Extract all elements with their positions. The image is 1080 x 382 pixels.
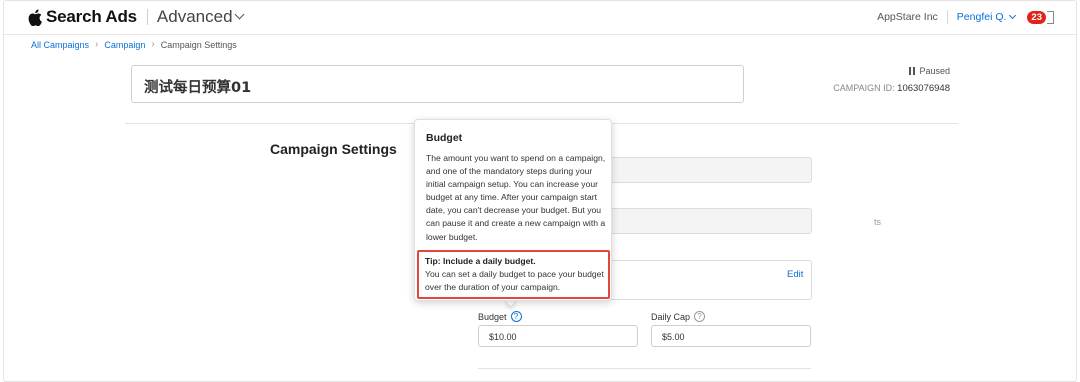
breadcrumb-all-campaigns[interactable]: All Campaigns bbox=[31, 40, 89, 50]
app-frame: Search Ads Advanced AppStare Inc Pengfei… bbox=[3, 0, 1077, 382]
top-bar: Search Ads Advanced AppStare Inc Pengfei… bbox=[4, 1, 1076, 35]
chevron-down-icon[interactable] bbox=[234, 9, 244, 19]
user-menu[interactable]: Pengfei Q. bbox=[956, 11, 1017, 23]
daily-cap-label: Daily Cap ? bbox=[651, 311, 706, 322]
brand-name: Search Ads bbox=[46, 7, 137, 26]
help-icon[interactable]: ? bbox=[510, 311, 522, 322]
campaign-id: CAMPAIGN ID: 1063076948 bbox=[833, 83, 950, 94]
daily-cap-label-text: Daily Cap bbox=[651, 311, 691, 322]
chevron-right-icon: › bbox=[95, 39, 99, 50]
settings-field-2-text: ts bbox=[873, 217, 881, 227]
form-divider bbox=[478, 368, 811, 369]
org-name: AppStare Inc bbox=[877, 11, 938, 23]
tooltip-tip-highlight: Tip: Include a daily budget. You can set… bbox=[417, 250, 610, 299]
user-name: Pengfei Q. bbox=[956, 11, 1007, 23]
breadcrumb-campaign[interactable]: Campaign bbox=[104, 40, 145, 50]
mode-selector[interactable]: Advanced bbox=[157, 7, 233, 27]
account-area: AppStare Inc Pengfei Q. 23 bbox=[877, 10, 1054, 24]
header-divider bbox=[946, 10, 948, 24]
breadcrumb: All Campaigns › Campaign › Campaign Sett… bbox=[31, 39, 237, 50]
notifications-button[interactable]: 23 bbox=[1027, 10, 1054, 24]
budget-label-text: Budget bbox=[478, 311, 507, 322]
pause-icon bbox=[909, 67, 916, 75]
tooltip-body: The amount you want to spend on a campai… bbox=[426, 153, 606, 242]
campaign-id-label: CAMPAIGN ID: bbox=[833, 83, 895, 93]
brand[interactable]: Search Ads Advanced bbox=[28, 7, 244, 27]
tooltip-title: Budget bbox=[426, 132, 463, 144]
apple-logo-icon bbox=[28, 8, 42, 26]
chevron-down-icon bbox=[1009, 11, 1017, 19]
campaign-name-field[interactable]: 测试每日预算01 bbox=[131, 65, 744, 103]
tip-title: Tip: Include a daily budget. bbox=[425, 256, 536, 266]
help-icon[interactable]: ? bbox=[694, 311, 706, 322]
budget-input[interactable]: $10.00 bbox=[478, 325, 638, 347]
edit-link[interactable]: Edit bbox=[787, 269, 803, 280]
breadcrumb-current: Campaign Settings bbox=[160, 39, 237, 50]
campaign-status: Paused bbox=[909, 66, 950, 76]
chevron-right-icon: › bbox=[151, 39, 155, 50]
notification-badge: 23 bbox=[1027, 10, 1046, 24]
daily-cap-input[interactable]: $5.00 bbox=[651, 325, 811, 347]
section-title: Campaign Settings bbox=[270, 141, 397, 157]
brand-divider bbox=[146, 9, 148, 25]
tip-body: You can set a daily budget to pace your … bbox=[425, 269, 604, 293]
notification-icon bbox=[1047, 10, 1054, 24]
campaign-id-value: 1063076948 bbox=[897, 83, 950, 94]
status-label: Paused bbox=[919, 66, 950, 76]
budget-label: Budget ? bbox=[478, 311, 522, 322]
